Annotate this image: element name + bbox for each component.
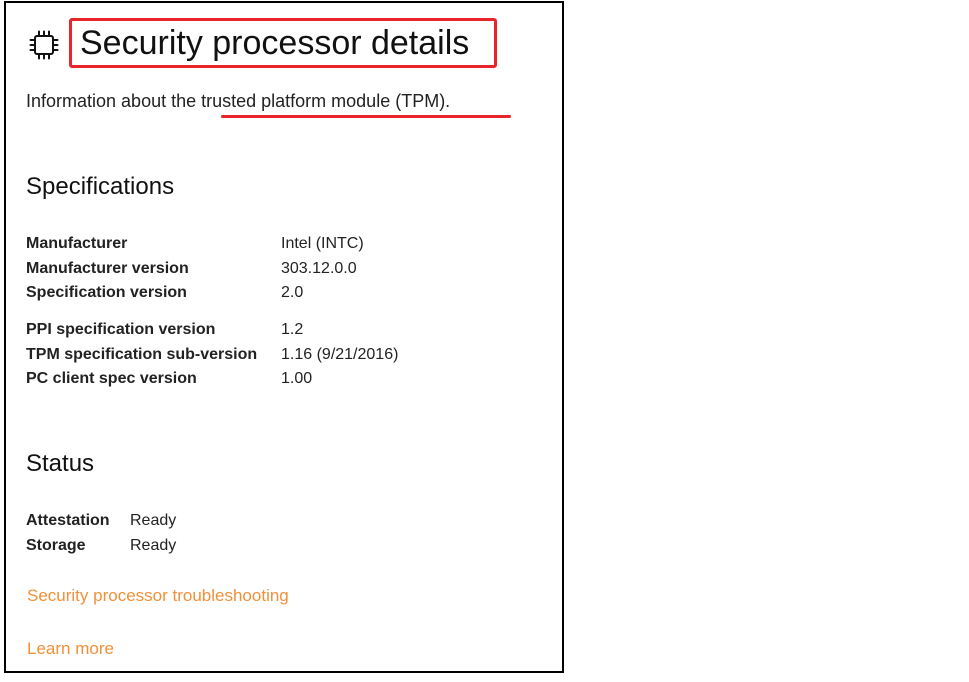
spec-row-ppi-version: PPI specification version 1.2 <box>26 318 398 343</box>
security-processor-panel: Security processor details Information a… <box>4 1 564 673</box>
status-value: Ready <box>130 536 177 554</box>
specifications-table-primary: Manufacturer Intel (INTC) Manufacturer v… <box>26 232 364 306</box>
spec-row-manufacturer: Manufacturer Intel (INTC) <box>26 232 364 257</box>
spec-value: 303.12.0.0 <box>281 259 357 277</box>
spec-row-tpm-sub-version: TPM specification sub-version 1.16 (9/21… <box>26 343 398 368</box>
spec-key: PPI specification version <box>26 321 216 338</box>
status-key: Storage <box>26 536 86 554</box>
spec-value: Intel (INTC) <box>281 235 364 252</box>
status-value: Ready <box>130 512 177 529</box>
spec-row-pc-client-version: PC client spec version 1.00 <box>26 367 398 392</box>
learn-more-link[interactable]: Learn more <box>27 638 114 660</box>
spec-key: PC client spec version <box>26 370 197 387</box>
spec-key: TPM specification sub-version <box>26 345 258 363</box>
spec-key: Manufacturer <box>26 235 128 252</box>
spec-row-specification-version: Specification version 2.0 <box>26 281 364 306</box>
spec-key: Manufacturer version <box>26 259 189 277</box>
page-intro: Information about the trusted platform m… <box>26 91 451 111</box>
specifications-heading: Specifications <box>26 173 175 200</box>
spec-value: 2.0 <box>281 284 304 301</box>
status-heading: Status <box>26 450 95 477</box>
spec-value: 1.2 <box>281 321 304 338</box>
processor-chip-icon <box>29 30 59 60</box>
intro-highlight-underline <box>221 115 511 118</box>
troubleshooting-link[interactable]: Security processor troubleshooting <box>27 585 289 607</box>
status-table: Attestation Ready Storage Ready <box>26 509 176 558</box>
spec-key: Specification version <box>26 284 187 301</box>
status-row-storage: Storage Ready <box>26 534 176 559</box>
spec-value: 1.16 (9/21/2016) <box>281 345 399 363</box>
spec-row-manufacturer-version: Manufacturer version 303.12.0.0 <box>26 257 364 282</box>
spec-value: 1.00 <box>281 370 313 387</box>
specifications-table-secondary: PPI specification version 1.2 TPM specif… <box>26 318 398 392</box>
status-row-attestation: Attestation Ready <box>26 509 176 534</box>
status-key: Attestation <box>26 512 110 529</box>
page-title: Security processor details <box>80 24 470 62</box>
